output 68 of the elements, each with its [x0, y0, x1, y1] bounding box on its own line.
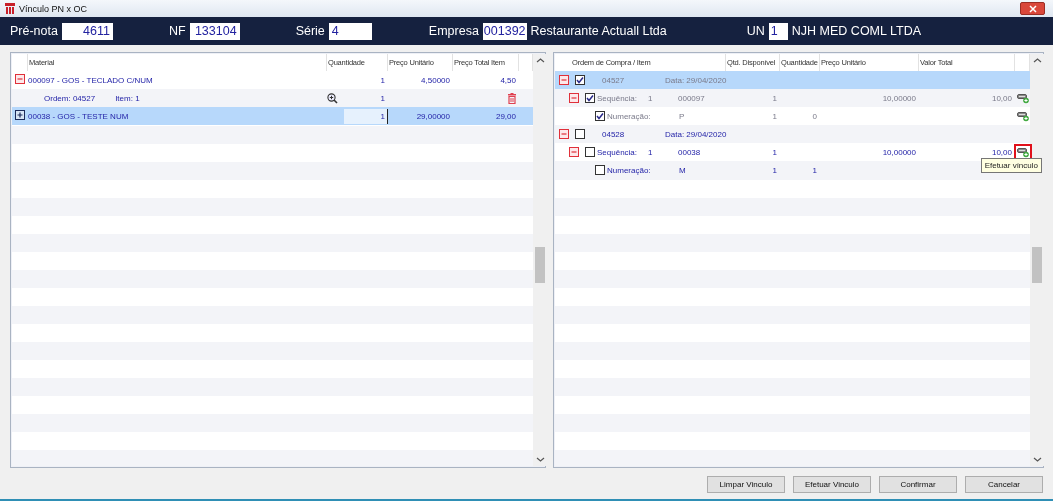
checkbox[interactable] — [575, 129, 585, 139]
table-cell-text: 29,00000 — [415, 111, 451, 121]
input-field[interactable]: 4 — [328, 22, 372, 40]
table-cell-text: 1 — [771, 93, 778, 103]
item-label: Item: 1 — [115, 93, 140, 103]
order-date: Data: 29/04/2020 — [665, 75, 727, 85]
table-cell-text: 1 — [811, 165, 818, 175]
table-cell-text: 0 — [811, 111, 818, 121]
table-cell-text: 1 — [771, 111, 778, 121]
action-button[interactable]: Limpar Vinculo — [707, 476, 785, 493]
table-cell-text: 4,50000 — [420, 75, 451, 85]
table-cell-text: 10,00000 — [881, 93, 917, 103]
table-cell-text: 00038 - GOS - TESTE NUM — [28, 111, 130, 121]
link-add-icon[interactable] — [1016, 146, 1029, 158]
action-button[interactable]: Cancelar — [965, 476, 1043, 493]
zoom-icon[interactable] — [327, 92, 338, 104]
scrollbar-thumb[interactable] — [535, 247, 545, 283]
quantity-field[interactable]: 1 — [344, 108, 388, 124]
table-cell: 1 — [380, 93, 385, 103]
table-cell-text: 10,00000 — [881, 147, 917, 157]
sequence-number: 1 — [648, 93, 654, 103]
sequence-number: 1 — [648, 147, 654, 157]
order-label: Ordem: 04527 — [44, 93, 96, 103]
table-cell-text: 4,50 — [499, 75, 517, 85]
table-cell-text: 1 — [771, 147, 778, 157]
collapse-icon[interactable] — [569, 147, 579, 157]
input-field[interactable]: 1 — [768, 22, 788, 40]
checkbox[interactable] — [595, 165, 605, 175]
sequence-label: Sequência: — [597, 147, 639, 157]
field-description: Restaurante Actuall Ltda — [530, 24, 667, 38]
table-cell-text: 10,00 — [990, 93, 1013, 103]
table-cell-text: 000097 - GOS - TECLADO C/NUM — [28, 75, 154, 85]
table-cell-text: 1 — [379, 75, 386, 85]
sequence-label: Sequência: — [597, 93, 639, 103]
input-field[interactable]: 001392 — [482, 22, 527, 40]
trash-icon[interactable] — [507, 92, 517, 104]
item-code: 00038 — [678, 147, 701, 157]
order-number: 04528 — [602, 129, 626, 139]
item-code: 000097 — [678, 93, 705, 103]
input-field[interactable]: 4611 — [61, 22, 113, 40]
table-cell-text: 10,00 — [990, 147, 1013, 157]
input-field[interactable]: 133104 — [189, 22, 240, 40]
field-description: NJH MED COML LTDA — [791, 24, 921, 38]
action-button[interactable]: Confirmar — [879, 476, 957, 493]
numbering-label: Numeração: — [607, 165, 652, 175]
field-label: Empresa — [428, 24, 479, 38]
tooltip: Efetuar vínculo — [980, 158, 1042, 173]
action-button[interactable]: Efetuar Vinculo — [793, 476, 871, 493]
order-number: 04527 — [602, 75, 626, 85]
order-date: Data: 29/04/2020 — [665, 129, 727, 139]
table-cell-text: 29,00 — [494, 111, 517, 121]
close-icon — [1028, 4, 1037, 13]
collapse-icon[interactable] — [15, 74, 25, 84]
expand-icon[interactable] — [15, 110, 25, 120]
window-title: Vínculo PN x OC — [19, 3, 89, 14]
field-label: Série — [295, 24, 325, 38]
close-button[interactable] — [1020, 2, 1045, 15]
scrollbar-thumb[interactable] — [1032, 247, 1042, 283]
collapse-icon[interactable] — [559, 129, 569, 139]
field-label: Pré-nota — [10, 24, 58, 38]
checkbox[interactable] — [585, 147, 595, 157]
app-logo-icon — [5, 3, 15, 14]
field-label: NF — [168, 24, 186, 38]
numbering-code: P — [679, 111, 685, 121]
field-label: UN — [746, 24, 765, 38]
numbering-code: M — [679, 165, 686, 175]
table-cell-text: 1 — [771, 165, 778, 175]
numbering-label: Numeração: — [607, 111, 652, 121]
